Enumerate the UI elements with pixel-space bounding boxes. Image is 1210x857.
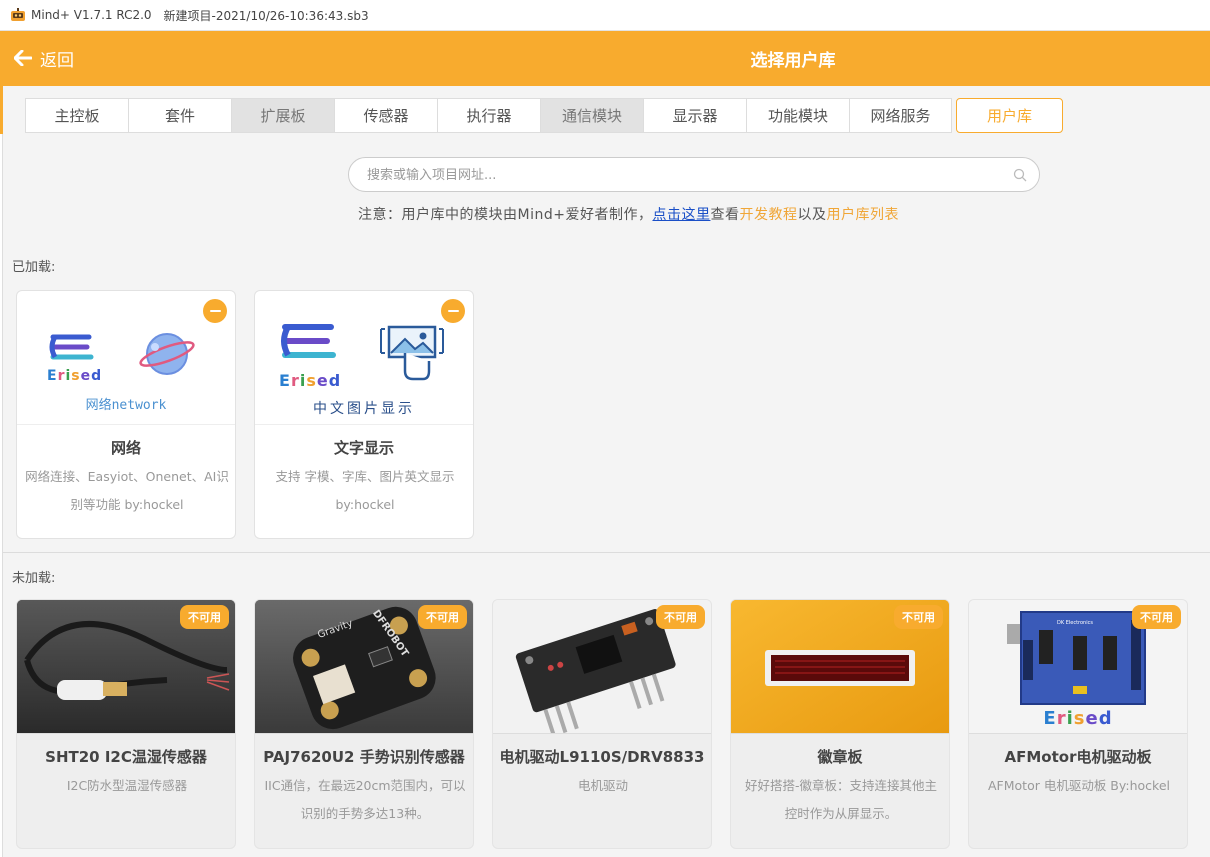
unavailable-badge: 不可用 bbox=[894, 605, 943, 629]
erised-logo-letter: e bbox=[316, 371, 329, 390]
loaded-section-label: 已加载: bbox=[12, 260, 56, 275]
erised-logo-letter: s bbox=[306, 371, 317, 390]
card-thumbnail: 不可用 bbox=[17, 600, 235, 734]
notice-text: 注意：用户库中的模块由Mind+爱好者制作，点击这里查看开发教程以及用户库列表 bbox=[358, 204, 899, 224]
erised-logo-text: Erised bbox=[279, 371, 341, 390]
tab-network-service[interactable]: 网络服务 bbox=[849, 98, 952, 133]
erised-logo-letter: i bbox=[1066, 708, 1074, 729]
category-tabs: 主控板 套件 扩展板 传感器 执行器 通信模块 显示器 功能模块 网络服务 用户… bbox=[25, 98, 1063, 133]
card-thumbnail-caption: 中文图片显示 bbox=[313, 401, 415, 417]
header-bar: 返回 选择用户库 bbox=[0, 31, 1210, 86]
library-card-afmotor[interactable]: DK Electronics Erised 不可用 AFMotor电机驱动板 A… bbox=[968, 599, 1188, 849]
remove-library-button[interactable] bbox=[441, 299, 465, 323]
left-edge-marker bbox=[0, 86, 3, 134]
card-description: I2C防水型温湿传感器 bbox=[66, 778, 188, 793]
erised-logo-letter: e bbox=[80, 368, 92, 384]
card-title: 徽章板 bbox=[817, 748, 863, 766]
unavailable-badge: 不可用 bbox=[418, 605, 467, 629]
remove-library-button[interactable] bbox=[203, 299, 227, 323]
tab-kit[interactable]: 套件 bbox=[128, 98, 231, 133]
library-card-network[interactable]: Erised 网络network 网络 网络连接、Easyiot、Onenet、… bbox=[16, 290, 236, 539]
unavailable-badge: 不可用 bbox=[1132, 605, 1181, 629]
arrow-left-icon bbox=[14, 50, 32, 66]
tutorial-link[interactable]: 开发教程 bbox=[739, 207, 797, 223]
erised-logo-letter: d bbox=[91, 368, 103, 384]
page-title: 选择用户库 bbox=[750, 51, 836, 71]
card-title: 电机驱动L9110S/DRV8833 bbox=[499, 748, 705, 766]
card-thumbnail: Gravity DFROBOT 不可用 bbox=[255, 600, 473, 734]
erised-logo-letter: d bbox=[328, 371, 342, 390]
erised-logo-text: Erised bbox=[969, 708, 1187, 729]
tab-actuator[interactable]: 执行器 bbox=[437, 98, 540, 133]
erised-logo-letter: e bbox=[1085, 708, 1099, 729]
app-title: Mind+ V1.7.1 RC2.0 bbox=[31, 8, 152, 22]
card-description: AFMotor 电机驱动板 By:hockel bbox=[988, 778, 1170, 793]
card-thumbnail: 不可用 bbox=[731, 600, 949, 734]
notice-and: 以及 bbox=[797, 207, 827, 223]
board-text: DK Electronics bbox=[1057, 620, 1093, 626]
erised-logo-text: Erised bbox=[47, 368, 102, 384]
erised-logo-letter: r bbox=[1056, 708, 1067, 729]
tab-display[interactable]: 显示器 bbox=[643, 98, 746, 133]
library-card-text-display[interactable]: Erised 中文图片显示 文字显示 支持 字模、字库、图片英文显示 by:ho… bbox=[254, 290, 474, 539]
back-button[interactable]: 返回 bbox=[14, 44, 74, 72]
left-edge bbox=[0, 86, 3, 857]
unavailable-badge: 不可用 bbox=[180, 605, 229, 629]
notice-prefix: 注意：用户库中的模块由Mind+爱好者制作， bbox=[358, 207, 653, 223]
project-name: 新建项目-2021/10/26-10:36:43.sb3 bbox=[163, 8, 369, 23]
tab-main-board[interactable]: 主控板 bbox=[25, 98, 128, 133]
card-title: PAJ7620U2 手势识别传感器 bbox=[263, 748, 465, 766]
card-thumbnail: Erised 网络network bbox=[17, 291, 235, 425]
tab-user-library[interactable]: 用户库 bbox=[956, 98, 1063, 133]
unloaded-section-label: 未加载: bbox=[12, 571, 56, 586]
search-icon[interactable] bbox=[1013, 168, 1027, 182]
erised-logo-letter: d bbox=[1098, 708, 1113, 729]
card-title: SHT20 I2C温湿传感器 bbox=[45, 748, 207, 766]
library-list-link[interactable]: 用户库列表 bbox=[826, 207, 899, 223]
card-thumbnail: DK Electronics Erised 不可用 bbox=[969, 600, 1187, 734]
card-description: 支持 字模、字库、图片英文显示 by:hockel bbox=[275, 469, 455, 512]
card-title: AFMotor电机驱动板 bbox=[1004, 748, 1152, 766]
tab-sensor[interactable]: 传感器 bbox=[334, 98, 437, 133]
section-divider bbox=[3, 552, 1210, 553]
search-input[interactable] bbox=[367, 165, 987, 185]
erised-logo-letter: r bbox=[290, 371, 300, 390]
tab-communication[interactable]: 通信模块 bbox=[540, 98, 643, 133]
library-card-badge-board[interactable]: 不可用 徽章板 好好搭搭-徽章板：支持连接其他主控时作为从屏显示。 bbox=[730, 599, 950, 849]
erised-logo-letter: s bbox=[1073, 708, 1086, 729]
tab-function-module[interactable]: 功能模块 bbox=[746, 98, 849, 133]
card-thumbnail-caption: 网络network bbox=[85, 398, 167, 413]
minus-icon bbox=[209, 309, 221, 313]
erised-logo-letter: E bbox=[279, 371, 291, 390]
card-title: 网络 bbox=[110, 439, 141, 457]
library-card-paj7620u2[interactable]: Gravity DFROBOT 不可用 PAJ7620U2 手势识别传感器 II… bbox=[254, 599, 474, 849]
card-description: 电机驱动 bbox=[577, 778, 628, 793]
card-title: 文字显示 bbox=[333, 439, 394, 457]
click-here-link[interactable]: 点击这里 bbox=[652, 207, 710, 223]
window-titlebar: Mind+ V1.7.1 RC2.0 新建项目-2021/10/26-10:36… bbox=[0, 0, 1210, 31]
card-description: 网络连接、Easyiot、Onenet、AI识别等功能 by:hockel bbox=[25, 469, 229, 512]
erised-logo-letter: s bbox=[71, 368, 81, 384]
mind-plus-app-icon bbox=[11, 8, 25, 21]
library-card-l9110s[interactable]: 不可用 电机驱动L9110S/DRV8833 电机驱动 bbox=[492, 599, 712, 849]
minus-icon bbox=[447, 309, 459, 313]
card-thumbnail: Erised 中文图片显示 bbox=[255, 291, 473, 425]
unavailable-badge: 不可用 bbox=[656, 605, 705, 629]
erised-logo-letter: E bbox=[47, 368, 58, 384]
card-description: IIC通信，在最远20cm范围内，可以识别的手势多达13种。 bbox=[264, 778, 466, 821]
tab-expansion-board[interactable]: 扩展板 bbox=[231, 98, 334, 133]
notice-middle: 查看 bbox=[710, 207, 740, 223]
back-label: 返回 bbox=[40, 50, 74, 71]
erised-logo-letter: E bbox=[1043, 708, 1057, 729]
card-thumbnail: 不可用 bbox=[493, 600, 711, 734]
search-box bbox=[348, 157, 1040, 192]
card-description: 好好搭搭-徽章板：支持连接其他主控时作为从屏显示。 bbox=[744, 778, 937, 821]
library-card-sht20[interactable]: 不可用 SHT20 I2C温湿传感器 I2C防水型温湿传感器 bbox=[16, 599, 236, 849]
